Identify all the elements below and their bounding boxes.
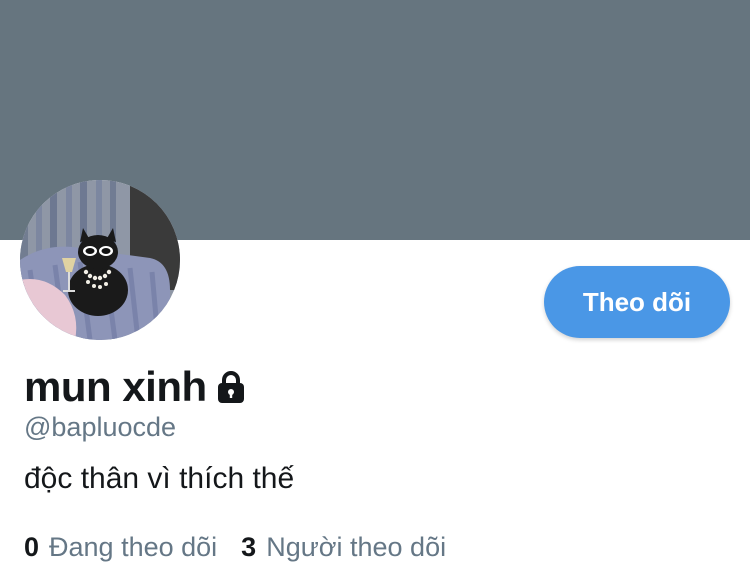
following-count: 0 bbox=[24, 532, 40, 562]
lock-icon bbox=[215, 370, 247, 404]
following-label: Đang theo dõi bbox=[49, 532, 218, 562]
black-cat-avatar-image bbox=[20, 180, 180, 340]
profile-stats: 0 Đang theo dõi 3 Người theo dõi bbox=[24, 532, 470, 563]
followers-count: 3 bbox=[241, 532, 257, 562]
display-name: mun xinh bbox=[24, 363, 207, 410]
follow-button[interactable]: Theo dõi bbox=[544, 266, 730, 338]
followers-stat[interactable]: 3 Người theo dõi bbox=[241, 532, 446, 563]
profile-bio: độc thân vì thích thế bbox=[24, 462, 295, 495]
following-stat[interactable]: 0 Đang theo dõi bbox=[24, 532, 217, 563]
profile-avatar[interactable] bbox=[20, 180, 180, 340]
followers-label: Người theo dõi bbox=[266, 532, 447, 562]
name-row: mun xinh bbox=[24, 362, 247, 412]
user-handle: @bapluocde bbox=[24, 412, 177, 442]
